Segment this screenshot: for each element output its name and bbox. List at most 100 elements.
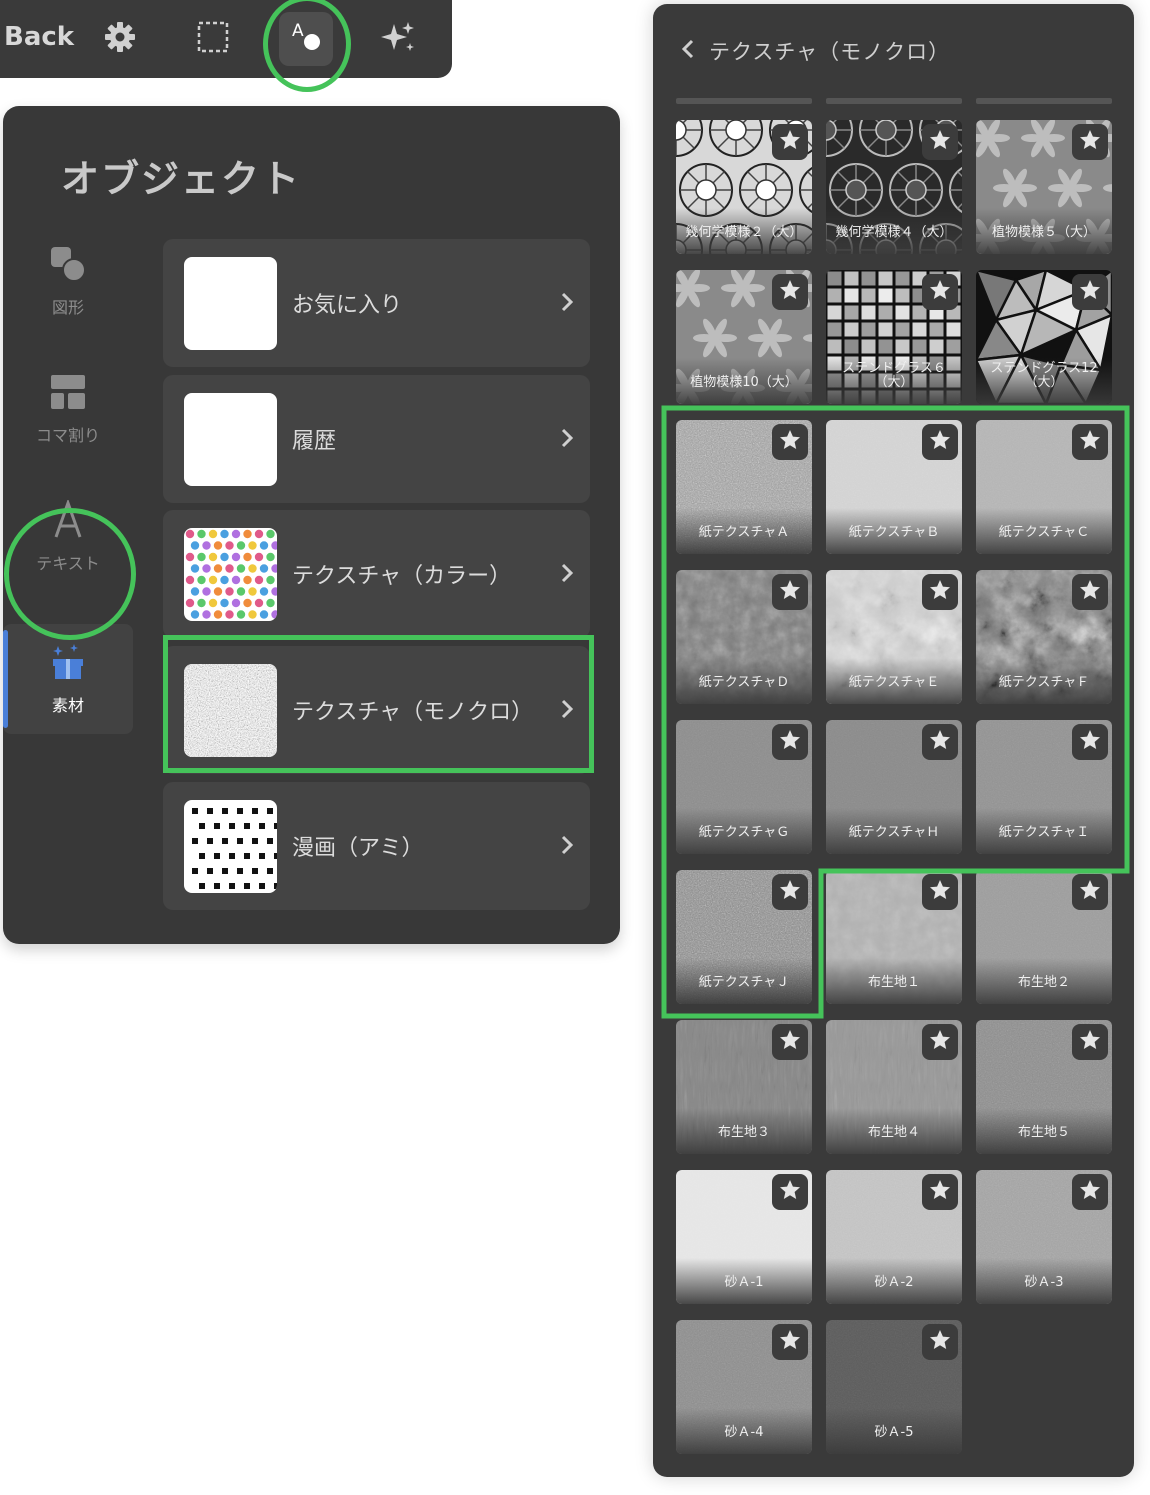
texture-tile[interactable]: 紙テクスチャＧ bbox=[676, 720, 812, 854]
star-icon bbox=[778, 878, 802, 906]
texture-tile[interactable]: 紙テクスチャＨ bbox=[826, 720, 962, 854]
favorite-star-button[interactable] bbox=[1072, 724, 1108, 760]
star-icon bbox=[1078, 278, 1102, 306]
texture-tile[interactable]: 砂Ａ-5 bbox=[826, 1320, 962, 1454]
favorite-star-button[interactable] bbox=[1072, 1174, 1108, 1210]
favorite-star-button[interactable] bbox=[1072, 424, 1108, 460]
texture-tile[interactable]: 布生地５ bbox=[976, 1020, 1112, 1154]
favorite-star-button[interactable] bbox=[1072, 874, 1108, 910]
tile-label: 布生地３ bbox=[717, 1125, 770, 1140]
texture-tile[interactable]: 布生地３ bbox=[676, 1020, 812, 1154]
list-item-favorites[interactable]: お気に入り bbox=[163, 239, 590, 367]
favorite-star-button[interactable] bbox=[1072, 274, 1108, 310]
list-item-history[interactable]: 履歴 bbox=[163, 375, 590, 503]
tile-label: 砂Ａ-1 bbox=[724, 1275, 764, 1290]
favorite-star-button[interactable] bbox=[772, 424, 808, 460]
chevron-right-icon bbox=[560, 291, 574, 317]
back-chevron-icon[interactable] bbox=[681, 38, 695, 64]
star-icon bbox=[778, 1328, 802, 1356]
category-highlight-ring bbox=[4, 508, 136, 640]
tile-label: 幾何学模様４（大） bbox=[835, 225, 953, 240]
favorite-star-button[interactable] bbox=[922, 1324, 958, 1360]
toolbar-highlight-ring bbox=[263, 0, 351, 92]
texture-tile[interactable]: 紙テクスチャＤ bbox=[676, 570, 812, 704]
texture-panel-header: テクスチャ（モノクロ） bbox=[681, 36, 950, 66]
list-item-manga-halftone[interactable]: 漫画（アミ） bbox=[163, 782, 590, 910]
row-thumbnail bbox=[184, 393, 277, 486]
favorite-star-button[interactable] bbox=[922, 124, 958, 160]
selection-button[interactable] bbox=[186, 12, 240, 66]
star-icon bbox=[1078, 728, 1102, 756]
favorite-star-button[interactable] bbox=[922, 1174, 958, 1210]
tile-label: 砂Ａ-3 bbox=[1024, 1275, 1064, 1290]
favorite-star-button[interactable] bbox=[772, 1324, 808, 1360]
star-icon bbox=[1078, 1028, 1102, 1056]
favorite-star-button[interactable] bbox=[922, 424, 958, 460]
favorite-star-button[interactable] bbox=[772, 874, 808, 910]
star-icon bbox=[1078, 428, 1102, 456]
texture-tile[interactable]: 紙テクスチャＩ bbox=[976, 720, 1112, 854]
texture-tile[interactable]: 布生地４ bbox=[826, 1020, 962, 1154]
category-shapes[interactable]: 図形 bbox=[3, 226, 133, 336]
star-icon bbox=[778, 428, 802, 456]
favorite-star-button[interactable] bbox=[772, 1174, 808, 1210]
favorite-star-button[interactable] bbox=[922, 724, 958, 760]
favorite-star-button[interactable] bbox=[922, 874, 958, 910]
texture-tile[interactable]: ステンドグラス12 （大） bbox=[976, 270, 1112, 404]
texture-tile[interactable]: 幾何学模様２（大） bbox=[676, 120, 812, 254]
star-icon bbox=[928, 1328, 952, 1356]
star-icon bbox=[778, 278, 802, 306]
row-label: テクスチャ（カラー） bbox=[292, 564, 512, 589]
favorite-star-button[interactable] bbox=[922, 574, 958, 610]
texture-tile[interactable]: 紙テクスチャＦ bbox=[976, 570, 1112, 704]
texture-tile[interactable]: 砂Ａ-4 bbox=[676, 1320, 812, 1454]
chevron-right-icon bbox=[560, 427, 574, 453]
tile-label: 紙テクスチャＩ bbox=[998, 825, 1090, 840]
texture-tile[interactable]: ステンドグラス６ （大） bbox=[826, 270, 962, 404]
favorite-star-button[interactable] bbox=[772, 274, 808, 310]
favorite-star-button[interactable] bbox=[922, 274, 958, 310]
tile-label: 幾何学模様２（大） bbox=[685, 225, 803, 240]
back-button[interactable]: Back bbox=[4, 22, 74, 52]
star-icon bbox=[778, 578, 802, 606]
settings-button[interactable] bbox=[93, 12, 147, 66]
favorite-star-button[interactable] bbox=[1072, 574, 1108, 610]
texture-tile[interactable]: 幾何学模様４（大） bbox=[826, 120, 962, 254]
texture-tile[interactable]: 紙テクスチャＡ bbox=[676, 420, 812, 554]
panel-layout-icon bbox=[48, 372, 88, 416]
favorite-star-button[interactable] bbox=[1072, 124, 1108, 160]
texture-tile[interactable]: 植物模様５（大） bbox=[976, 120, 1112, 254]
category-label: コマ割り bbox=[35, 426, 100, 445]
texture-panel: テクスチャ（モノクロ） 幾何学模様２（大） 幾何学模様４（大） 植物模様５（大） 植物… bbox=[653, 4, 1134, 1477]
texture-tile[interactable]: 砂Ａ-3 bbox=[976, 1170, 1112, 1304]
top-toolbar: Back A bbox=[0, 0, 452, 78]
star-icon bbox=[1078, 128, 1102, 156]
texture-tile[interactable]: 砂Ａ-2 bbox=[826, 1170, 962, 1304]
ai-sparkle-button[interactable] bbox=[371, 12, 425, 66]
texture-tile[interactable]: 植物模様10（大） bbox=[676, 270, 812, 404]
star-icon bbox=[1078, 1178, 1102, 1206]
texture-tile[interactable]: 布生地２ bbox=[976, 870, 1112, 1004]
favorite-star-button[interactable] bbox=[772, 724, 808, 760]
category-materials[interactable]: 素材 bbox=[3, 624, 133, 734]
partial-tile bbox=[826, 98, 962, 104]
texture-tile[interactable]: 布生地１ bbox=[826, 870, 962, 1004]
favorite-star-button[interactable] bbox=[922, 1024, 958, 1060]
favorite-star-button[interactable] bbox=[772, 574, 808, 610]
texture-tile[interactable]: 紙テクスチャＪ bbox=[676, 870, 812, 1004]
category-panel-layout[interactable]: コマ割り bbox=[3, 354, 133, 464]
favorite-star-button[interactable] bbox=[772, 124, 808, 160]
tile-label: ステンドグラス12 （大） bbox=[990, 361, 1098, 390]
favorite-star-button[interactable] bbox=[772, 1024, 808, 1060]
color-dots-thumbnail bbox=[184, 528, 277, 621]
star-icon bbox=[778, 1028, 802, 1056]
selection-icon bbox=[196, 20, 230, 58]
texture-tile[interactable]: 紙テクスチャＣ bbox=[976, 420, 1112, 554]
shapes-icon bbox=[48, 244, 88, 288]
favorite-star-button[interactable] bbox=[1072, 1024, 1108, 1060]
tile-label: 植物模様10（大） bbox=[690, 375, 798, 390]
texture-tile[interactable]: 紙テクスチャＢ bbox=[826, 420, 962, 554]
texture-tile[interactable]: 紙テクスチャＥ bbox=[826, 570, 962, 704]
list-item-texture-color[interactable]: テクスチャ（カラー） bbox=[163, 510, 590, 638]
texture-tile[interactable]: 砂Ａ-1 bbox=[676, 1170, 812, 1304]
